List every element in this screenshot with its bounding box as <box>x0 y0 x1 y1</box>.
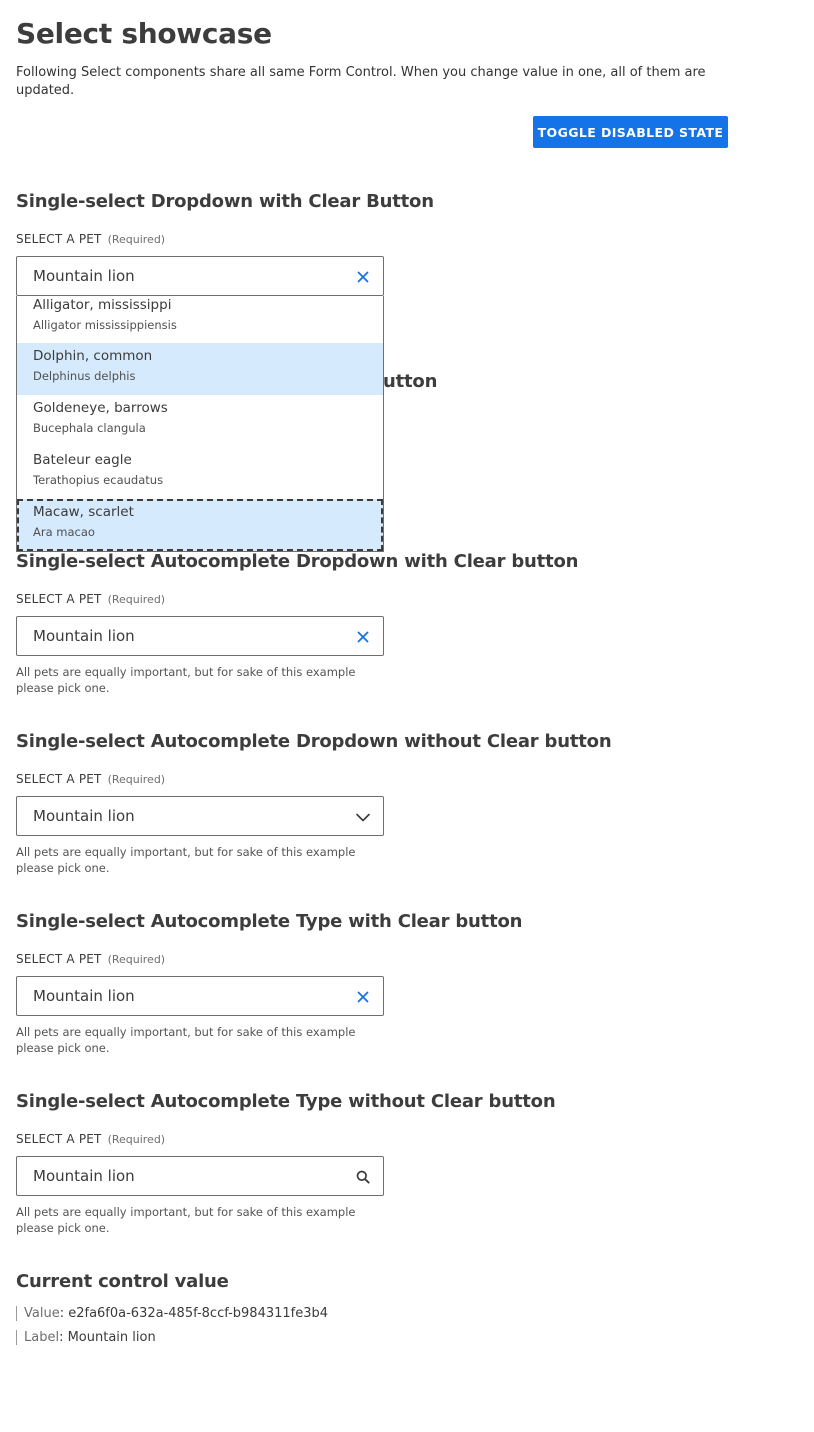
toggle-disabled-state-button[interactable]: TOGGLE DISABLED STATE <box>533 116 728 148</box>
field-label: SELECT A PET (Required) <box>16 772 165 786</box>
field-label: SELECT A PET (Required) <box>16 952 165 966</box>
option-latin-name: Alligator mississippiensis <box>33 318 177 332</box>
field-label-text: SELECT A PET <box>16 232 102 246</box>
required-marker: (Required) <box>107 593 166 606</box>
field-label: SELECT A PET (Required) <box>16 232 165 246</box>
option-name: Goldeneye, barrows <box>33 400 168 416</box>
chevron-down-icon[interactable] <box>351 805 375 829</box>
section-title-partial: utton <box>383 371 438 392</box>
intro-text: Following Select components share all sa… <box>16 65 706 98</box>
option-name: Macaw, scarlet <box>33 504 134 520</box>
pet-select-autocomplete-type-clear[interactable]: Mountain lion <box>16 976 384 1016</box>
field-label-text: SELECT A PET <box>16 772 102 786</box>
select-value: Mountain lion <box>33 1167 135 1185</box>
required-marker: (Required) <box>107 953 166 966</box>
pet-select-autocomplete-type-no-clear[interactable]: Mountain lion <box>16 1156 384 1196</box>
page-title: Select showcase <box>16 17 272 50</box>
section-title-autocomplete-type-no-clear: Single-select Autocomplete Type without … <box>16 1091 556 1112</box>
required-marker: (Required) <box>107 233 166 246</box>
option-bateleur[interactable]: Bateleur eagle Terathopius ecaudatus <box>17 447 383 499</box>
field-hint: All pets are equally important, but for … <box>16 845 356 875</box>
label-key: Label <box>24 1330 60 1345</box>
field-label-text: SELECT A PET <box>16 592 102 606</box>
field-label-text: SELECT A PET <box>16 952 102 966</box>
select-value: Mountain lion <box>33 987 135 1005</box>
select-value: Mountain lion <box>33 627 135 645</box>
pet-select-dropdown-clear[interactable]: Mountain lion <box>16 256 384 296</box>
option-name: Bateleur eagle <box>33 452 132 468</box>
option-name: Dolphin, common <box>33 348 153 364</box>
clear-x-icon[interactable] <box>351 265 375 289</box>
section-title-dropdown-clear: Single-select Dropdown with Clear Button <box>16 191 434 212</box>
required-marker: (Required) <box>107 1133 166 1146</box>
select-value: Mountain lion <box>33 807 135 825</box>
pet-select-autocomplete-dropdown-clear[interactable]: Mountain lion <box>16 616 384 656</box>
option-latin-name: Ara macao <box>33 525 95 539</box>
section-title-autocomplete-type-clear: Single-select Autocomplete Type with Cle… <box>16 911 523 932</box>
label-value: Mountain lion <box>67 1330 156 1345</box>
clear-x-icon[interactable] <box>351 985 375 1009</box>
option-alligator[interactable]: Alligator, mississippi Alligator mississ… <box>17 296 383 344</box>
current-value-row: Value: e2fa6f0a-632a-485f-8ccf-b984311fe… <box>16 1306 328 1321</box>
option-goldeneye[interactable]: Goldeneye, barrows Bucephala clangula <box>17 395 383 447</box>
option-latin-name: Bucephala clangula <box>33 421 146 435</box>
current-value-title: Current control value <box>16 1271 229 1292</box>
field-hint: All pets are equally important, but for … <box>16 1205 356 1235</box>
option-latin-name: Terathopius ecaudatus <box>33 473 164 487</box>
field-label: SELECT A PET (Required) <box>16 592 165 606</box>
field-hint: All pets are equally important, but for … <box>16 1025 356 1055</box>
clear-x-icon[interactable] <box>351 625 375 649</box>
required-marker: (Required) <box>107 773 166 786</box>
value-key: Value <box>24 1306 60 1321</box>
section-title-autocomplete-dropdown-no-clear: Single-select Autocomplete Dropdown with… <box>16 731 612 752</box>
dropdown-listbox[interactable]: Alligator, mississippi Alligator mississ… <box>16 296 384 552</box>
option-macaw[interactable]: Macaw, scarlet Ara macao <box>17 499 383 551</box>
current-label-row: Label: Mountain lion <box>16 1330 156 1345</box>
pet-select-autocomplete-dropdown-no-clear[interactable]: Mountain lion <box>16 796 384 836</box>
field-hint: All pets are equally important, but for … <box>16 665 356 695</box>
option-latin-name: Delphinus delphis <box>33 369 136 383</box>
field-label: SELECT A PET (Required) <box>16 1132 165 1146</box>
option-dolphin[interactable]: Dolphin, common Delphinus delphis <box>17 343 383 395</box>
section-title-autocomplete-dropdown-clear: Single-select Autocomplete Dropdown with… <box>16 551 579 572</box>
select-value: Mountain lion <box>33 267 135 285</box>
field-label-text: SELECT A PET <box>16 1132 102 1146</box>
option-name: Alligator, mississippi <box>33 297 172 313</box>
search-icon <box>351 1165 375 1189</box>
value-uuid: e2fa6f0a-632a-485f-8ccf-b984311fe3b4 <box>68 1306 329 1321</box>
